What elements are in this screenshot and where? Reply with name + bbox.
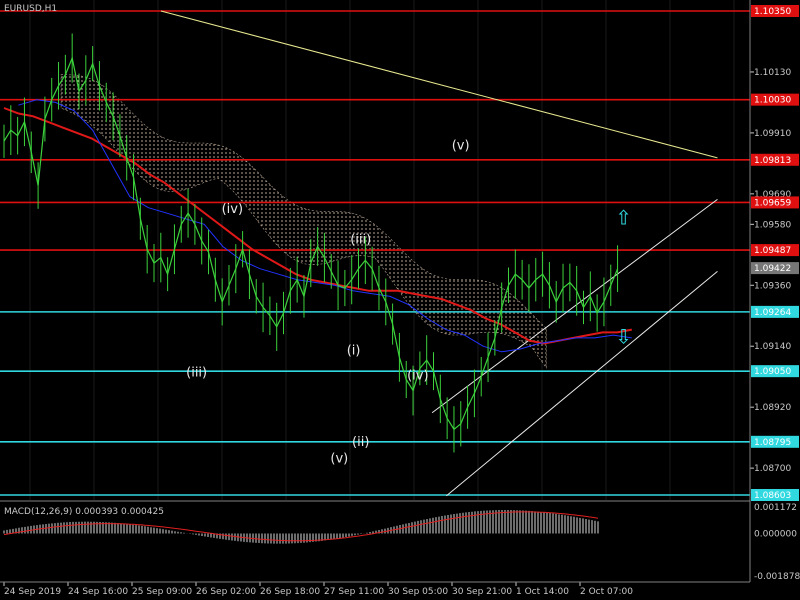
macd-tick-label: -0.001878 — [754, 572, 800, 582]
price-tick-label: 1.08920 — [754, 403, 791, 413]
time-tick-label: 25 Sep 09:00 — [132, 587, 192, 597]
wave-label: (iv) — [222, 202, 243, 217]
price-tick-label: 1.09580 — [754, 220, 791, 230]
level-tag-label: 1.08603 — [754, 491, 791, 501]
level-tag-label: 1.09264 — [754, 308, 791, 318]
wave-label: (ii) — [352, 435, 369, 450]
level-tag-label: 1.09422 — [754, 264, 791, 274]
price-tick-label: 1.09140 — [754, 342, 791, 352]
wave-label: (v) — [452, 139, 470, 154]
macd-label: MACD(12,26,9) 0.000393 0.000425 — [4, 507, 164, 517]
price-tick-label: 1.09360 — [754, 281, 791, 291]
level-tag-label: 1.09659 — [754, 198, 791, 208]
time-tick-label: 24 Sep 16:00 — [68, 587, 128, 597]
time-tick-label: 26 Sep 18:00 — [260, 587, 320, 597]
price-tick-label: 1.08700 — [754, 464, 791, 474]
price-chart-canvas[interactable]: (iv) (iii) (iii) (i) (ii) (v) (iv) (v) ⇧ ⇩ EURUS… — [0, 0, 800, 600]
wave-label: (v) — [330, 452, 348, 467]
level-tag-label: 1.09487 — [754, 246, 791, 256]
arrow-up-icon[interactable]: ⇧ — [615, 205, 632, 229]
level-tag-label: 1.09813 — [754, 156, 791, 166]
wave-label: (iv) — [407, 368, 428, 383]
time-tick-label: 1 Oct 14:00 — [516, 587, 569, 597]
wave-label: (iii) — [186, 366, 207, 381]
macd-tick-label: 0.001172 — [754, 503, 797, 513]
wave-label: (iii) — [350, 233, 371, 248]
macd-tick-label: 0.000000 — [754, 530, 797, 540]
chart-title: EURUSD,H1 — [4, 4, 57, 14]
time-tick-label: 30 Sep 21:00 — [452, 587, 512, 597]
level-tag-label: 1.09050 — [754, 367, 791, 377]
time-tick-label: 30 Sep 05:00 — [388, 587, 448, 597]
price-tick-label: 1.09910 — [754, 129, 791, 139]
level-tag-label: 1.08795 — [754, 438, 791, 448]
wave-label: (i) — [347, 344, 361, 359]
level-tag-label: 1.10030 — [754, 96, 791, 106]
time-tick-label: 2 Oct 07:00 — [580, 587, 633, 597]
time-tick-label: 26 Sep 02:00 — [196, 587, 256, 597]
time-tick-label: 27 Sep 11:00 — [324, 587, 384, 597]
time-tick-label: 24 Sep 2019 — [4, 587, 61, 597]
price-tick-label: 1.10130 — [754, 68, 791, 78]
arrow-down-icon[interactable]: ⇩ — [615, 324, 632, 348]
level-tag-label: 1.10350 — [754, 7, 791, 17]
